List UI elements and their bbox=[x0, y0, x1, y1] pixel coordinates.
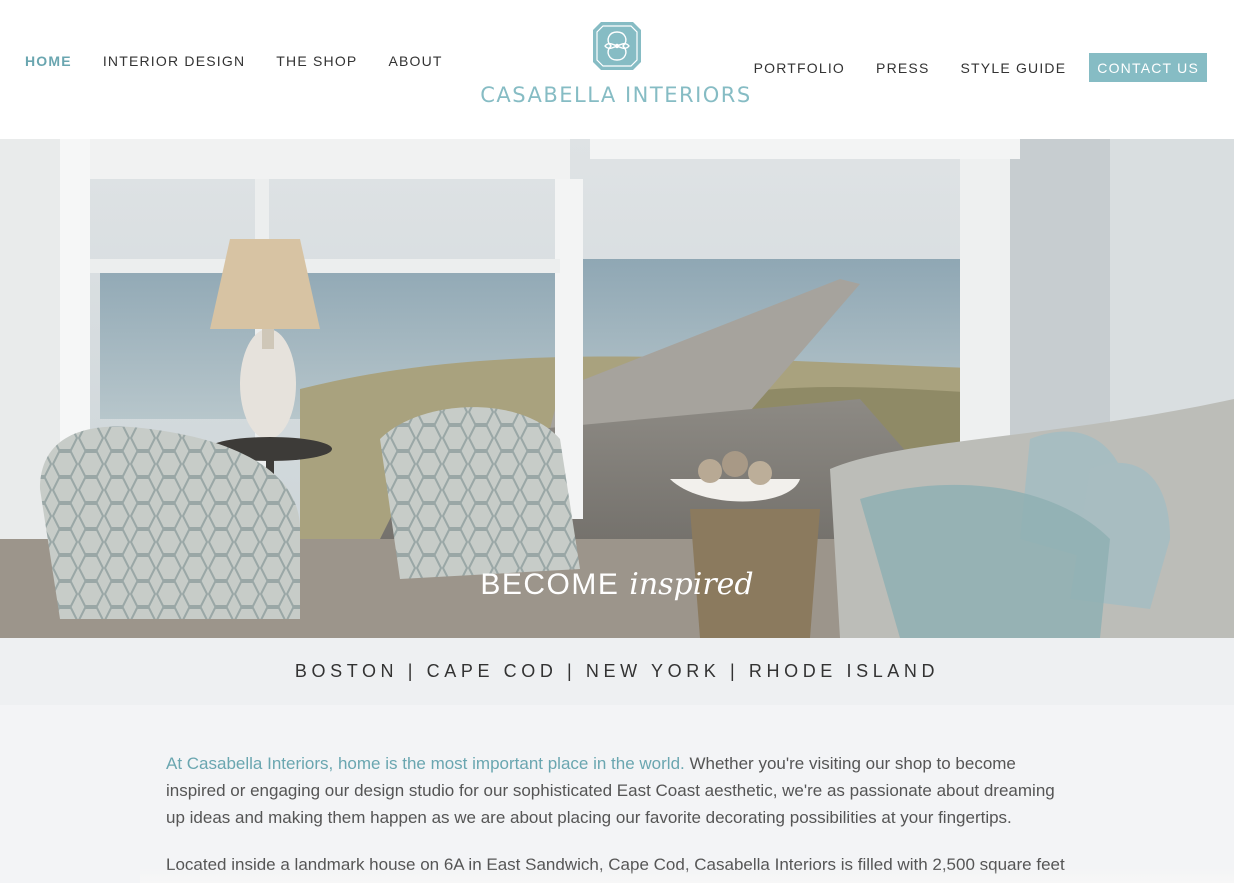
hero-tagline: BECOME inspired bbox=[0, 567, 1234, 602]
nav-the-shop[interactable]: THE SHOP bbox=[276, 53, 357, 69]
nav-home[interactable]: HOME bbox=[25, 53, 72, 69]
logo-wordmark: CASABELLA INTERIORS bbox=[480, 83, 752, 107]
nav-portfolio[interactable]: PORTFOLIO bbox=[754, 60, 845, 76]
intro-highlight: At Casabella Interiors, home is the most… bbox=[166, 754, 685, 773]
hero-tagline-plain: BECOME bbox=[480, 568, 620, 601]
bottom-fade bbox=[140, 868, 1234, 883]
hero-photo-illustration bbox=[0, 139, 1234, 638]
nav-press[interactable]: PRESS bbox=[876, 60, 929, 76]
hero-image: BECOME inspired bbox=[0, 139, 1234, 638]
nav-interior-design[interactable]: INTERIOR DESIGN bbox=[103, 53, 245, 69]
nav-style-guide[interactable]: STYLE GUIDE bbox=[961, 60, 1067, 76]
primary-nav-left: HOME INTERIOR DESIGN THE SHOP ABOUT bbox=[25, 53, 474, 69]
locations-text: BOSTON | CAPE COD | NEW YORK | RHODE ISL… bbox=[294, 661, 940, 681]
primary-nav-right: PORTFOLIO PRESS STYLE GUIDE CONTACT US bbox=[723, 53, 1207, 82]
intro-paragraph-1: At Casabella Interiors, home is the most… bbox=[166, 750, 1071, 831]
locations-band: BOSTON | CAPE COD | NEW YORK | RHODE ISL… bbox=[0, 638, 1234, 705]
monogram-logo-icon bbox=[593, 22, 641, 70]
nav-about[interactable]: ABOUT bbox=[388, 53, 442, 69]
intro-content: At Casabella Interiors, home is the most… bbox=[0, 705, 1234, 883]
site-header: HOME INTERIOR DESIGN THE SHOP ABOUT CASA… bbox=[0, 0, 1234, 139]
site-logo[interactable]: CASABELLA INTERIORS bbox=[470, 20, 762, 108]
hero-tagline-script: inspired bbox=[629, 567, 754, 602]
contact-us-button[interactable]: CONTACT US bbox=[1089, 53, 1207, 82]
